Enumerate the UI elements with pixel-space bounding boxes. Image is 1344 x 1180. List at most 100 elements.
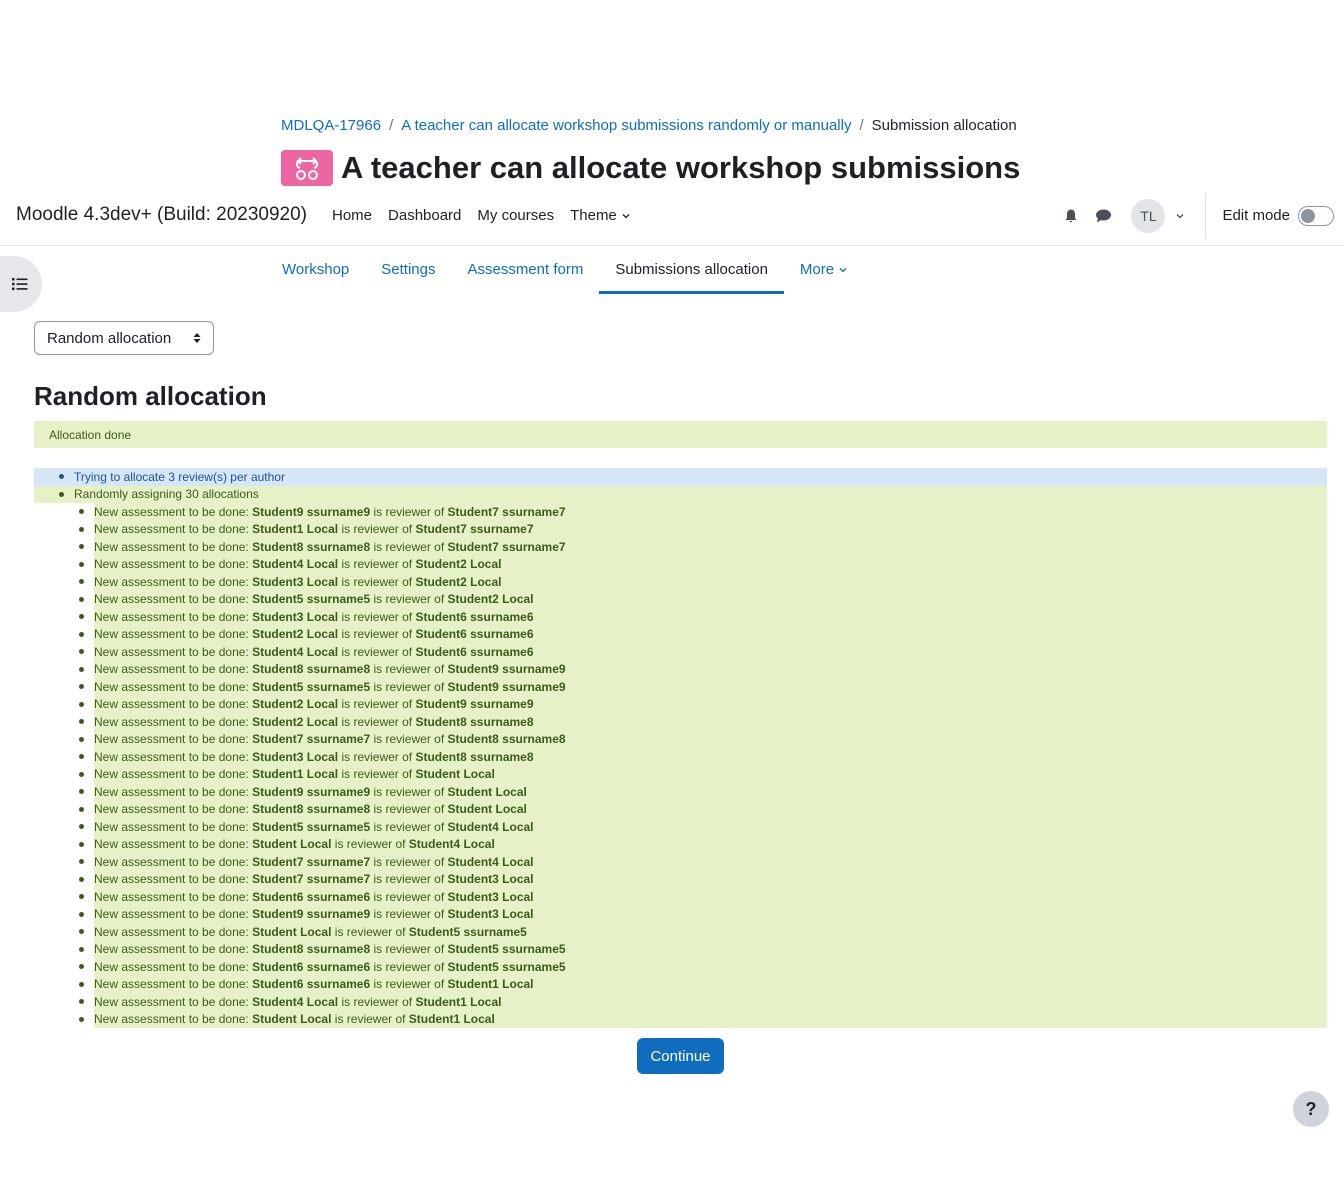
bullet xyxy=(79,946,84,952)
tab-settings[interactable]: Settings xyxy=(365,246,451,293)
navbar-divider xyxy=(1205,192,1207,239)
allocation-mid: is reviewer of xyxy=(338,609,416,624)
tab-assessment-form[interactable]: Assessment form xyxy=(451,246,599,293)
bullet xyxy=(79,526,84,532)
user-avatar[interactable]: TL xyxy=(1131,198,1166,233)
reviewer-name: Student8 ssurname8 xyxy=(252,942,371,957)
breadcrumb: MDLQA-17966 / A teacher can allocate wor… xyxy=(281,117,1017,134)
nav-item-theme[interactable]: Theme xyxy=(570,207,631,224)
nav-item-dashboard[interactable]: Dashboard xyxy=(388,207,461,224)
allocation-mid: is reviewer of xyxy=(370,854,448,869)
reviewer-name: Student6 ssurname6 xyxy=(252,889,371,904)
list-item: New assessment to be done: Student1 Loca… xyxy=(79,765,1327,783)
bullet xyxy=(79,1016,84,1022)
allocation-prefix: New assessment to be done: xyxy=(94,557,253,572)
reviewer-name: Student9 ssurname9 xyxy=(252,907,371,922)
bullet xyxy=(79,684,84,689)
allocation-mid: is reviewer of xyxy=(370,784,448,799)
allocation-mid: is reviewer of xyxy=(370,504,448,519)
reviewer-name: Student2 Local xyxy=(252,697,339,712)
page-header: A teacher can allocate workshop submissi… xyxy=(281,150,1020,186)
list-item: New assessment to be done: Student3 Loca… xyxy=(79,748,1327,766)
messages-button[interactable] xyxy=(1087,200,1119,232)
reviewer-name: Student6 ssurname6 xyxy=(252,959,371,974)
bullet xyxy=(79,911,84,917)
help-button[interactable]: ? xyxy=(1293,1091,1329,1127)
allocation-items: New assessment to be done: Student9 ssur… xyxy=(34,503,1327,1028)
bullet xyxy=(79,859,84,864)
reviewer-name: Student Local xyxy=(252,924,332,939)
bullet xyxy=(59,491,64,497)
allocation-prefix: New assessment to be done: xyxy=(94,574,253,589)
list-icon xyxy=(12,278,28,291)
allocation-prefix: New assessment to be done: xyxy=(94,994,253,1009)
list-item: New assessment to be done: Student4 Loca… xyxy=(79,643,1327,661)
author-name: Student8 ssurname8 xyxy=(415,714,534,729)
allocation-method-select[interactable]: Random allocation xyxy=(34,321,214,355)
top-navbar: Moodle 4.3dev+ (Build: 20230920) Home Da… xyxy=(0,186,1344,246)
user-menu-toggle[interactable] xyxy=(1169,200,1191,232)
allocation-mid: is reviewer of xyxy=(338,644,416,659)
bullet xyxy=(79,841,84,847)
allocation-mid: is reviewer of xyxy=(370,592,448,607)
allocation-prefix: New assessment to be done: xyxy=(94,767,253,782)
reviewer-name: Student5 ssurname5 xyxy=(252,679,371,694)
list-item: New assessment to be done: Student8 ssur… xyxy=(79,940,1327,958)
reviewer-name: Student7 ssurname7 xyxy=(252,732,371,747)
nav-item-my-courses[interactable]: My courses xyxy=(477,207,554,224)
allocation-mid: is reviewer of xyxy=(370,732,448,747)
list-item: New assessment to be done: Student3 Loca… xyxy=(79,608,1327,626)
bullet xyxy=(79,999,84,1004)
edit-mode-toggle[interactable] xyxy=(1298,205,1334,226)
allocation-prefix: New assessment to be done: xyxy=(94,977,253,992)
reviewer-name: Student Local xyxy=(252,837,332,852)
bullet xyxy=(59,474,64,479)
author-name: Student3 Local xyxy=(447,872,534,887)
notifications-button[interactable] xyxy=(1055,200,1087,232)
continue-button[interactable]: Continue xyxy=(637,1038,724,1074)
author-name: Student6 ssurname6 xyxy=(415,627,534,642)
reviewer-name: Student8 ssurname8 xyxy=(252,802,371,817)
bullet xyxy=(79,701,84,707)
breadcrumb-activity-link[interactable]: A teacher can allocate workshop submissi… xyxy=(401,117,851,134)
allocation-mid: is reviewer of xyxy=(338,627,416,642)
tab-submissions-allocation[interactable]: Submissions allocation xyxy=(599,246,784,294)
breadcrumb-separator: / xyxy=(389,117,394,134)
list-item: New assessment to be done: Student Local… xyxy=(79,835,1327,853)
tab-more[interactable]: More xyxy=(784,246,864,293)
author-name: Student4 Local xyxy=(447,819,534,834)
allocation-prefix: New assessment to be done: xyxy=(94,539,253,554)
author-name: Student4 Local xyxy=(408,837,495,852)
bullet xyxy=(79,561,84,567)
author-name: Student1 Local xyxy=(447,977,534,992)
reviewer-name: Student4 Local xyxy=(252,644,339,659)
allocation-prefix: New assessment to be done: xyxy=(94,784,253,799)
bell-icon xyxy=(1065,209,1077,222)
secondary-navigation: Workshop Settings Assessment form Submis… xyxy=(266,246,864,294)
allocation-result-list: Trying to allocate 3 review(s) per autho… xyxy=(34,468,1327,1028)
navbar-right: TL Edit mode xyxy=(1055,186,1344,245)
allocation-mid: is reviewer of xyxy=(331,837,409,852)
reviewer-name: Student5 ssurname5 xyxy=(252,819,371,834)
list-item: New assessment to be done: Student2 Loca… xyxy=(79,695,1327,713)
chevron-down-icon xyxy=(839,267,847,272)
chat-icon xyxy=(1095,209,1111,222)
list-item: New assessment to be done: Student9 ssur… xyxy=(79,503,1327,521)
list-item: New assessment to be done: Student8 ssur… xyxy=(79,538,1327,556)
allocation-mid: is reviewer of xyxy=(370,959,448,974)
author-name: Student2 Local xyxy=(415,557,502,572)
author-name: Student Local xyxy=(447,802,527,817)
bullet xyxy=(79,771,84,777)
breadcrumb-course-link[interactable]: MDLQA-17966 xyxy=(281,117,381,134)
list-item: New assessment to be done: Student7 ssur… xyxy=(79,853,1327,871)
list-item: New assessment to be done: Student7 ssur… xyxy=(79,730,1327,748)
nav-item-home[interactable]: Home xyxy=(332,207,372,224)
site-brand[interactable]: Moodle 4.3dev+ (Build: 20230920) xyxy=(16,204,307,226)
breadcrumb-current: Submission allocation xyxy=(871,117,1017,134)
tab-workshop[interactable]: Workshop xyxy=(266,246,365,293)
tab-more-label: More xyxy=(799,261,835,278)
allocation-prefix: New assessment to be done: xyxy=(94,854,253,869)
reviewer-name: Student5 ssurname5 xyxy=(252,592,371,607)
course-index-toggle[interactable] xyxy=(0,256,42,312)
list-item: New assessment to be done: Student6 ssur… xyxy=(79,958,1327,976)
